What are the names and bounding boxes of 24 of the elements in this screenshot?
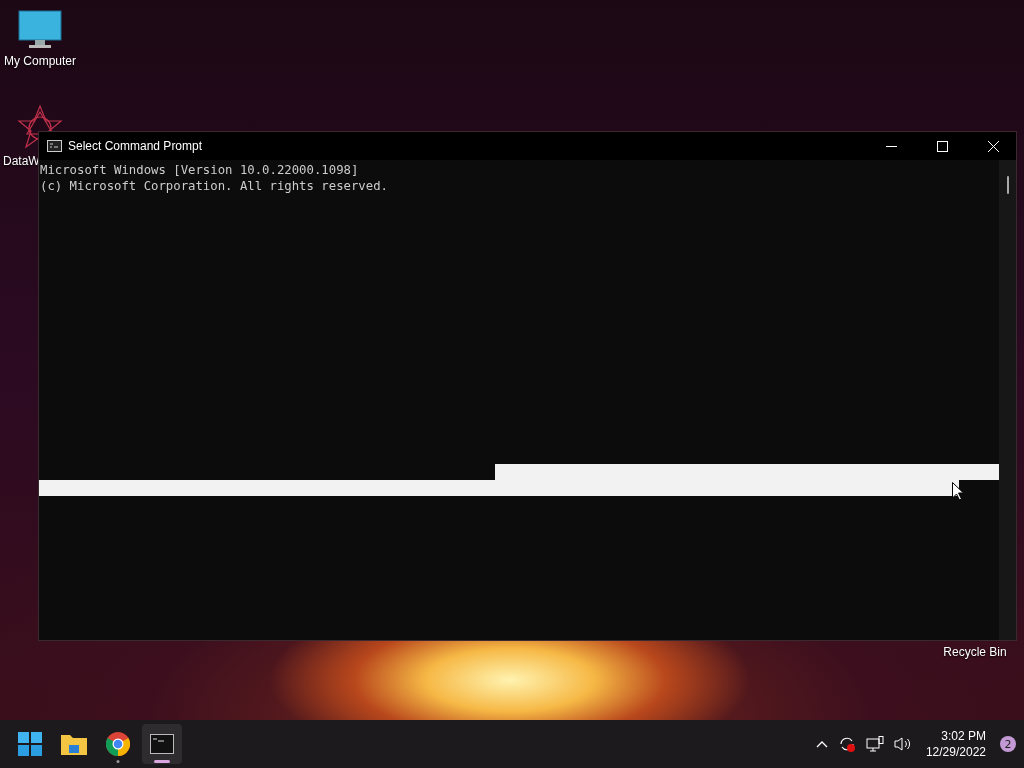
- clock[interactable]: 3:02 PM 12/29/2022: [921, 729, 990, 759]
- maximize-icon: [937, 140, 948, 152]
- icon-label: Recycle Bin: [943, 645, 1007, 659]
- mouse-pointer-icon: [952, 482, 964, 501]
- windows-logo-icon: [18, 732, 42, 756]
- scrollbar[interactable]: [999, 160, 1016, 640]
- chevron-up-icon[interactable]: [815, 740, 828, 748]
- notification-badge[interactable]: 2: [1000, 736, 1016, 752]
- console-line: Microsoft Windows [Version 10.0.22000.1098]: [40, 163, 360, 178]
- console-line: (c) Microsoft Corporation. All rights reserved.: [40, 178, 389, 194]
- network-icon[interactable]: [865, 736, 884, 752]
- console-icon: [47, 140, 62, 152]
- icon-label: My Computer: [4, 54, 76, 68]
- window-title: Select Command Prompt: [68, 139, 204, 153]
- chrome-icon: [106, 732, 130, 756]
- terminal-icon: [150, 734, 174, 754]
- minimize-icon: [886, 145, 897, 147]
- monitor-icon: [18, 10, 62, 50]
- speaker-icon[interactable]: [893, 736, 912, 752]
- close-icon: [988, 140, 999, 152]
- sync-icon[interactable]: [837, 735, 856, 753]
- taskbar-app[interactable]: [142, 724, 182, 764]
- folder-icon: [61, 733, 87, 755]
- icon-label: DataW: [3, 154, 40, 168]
